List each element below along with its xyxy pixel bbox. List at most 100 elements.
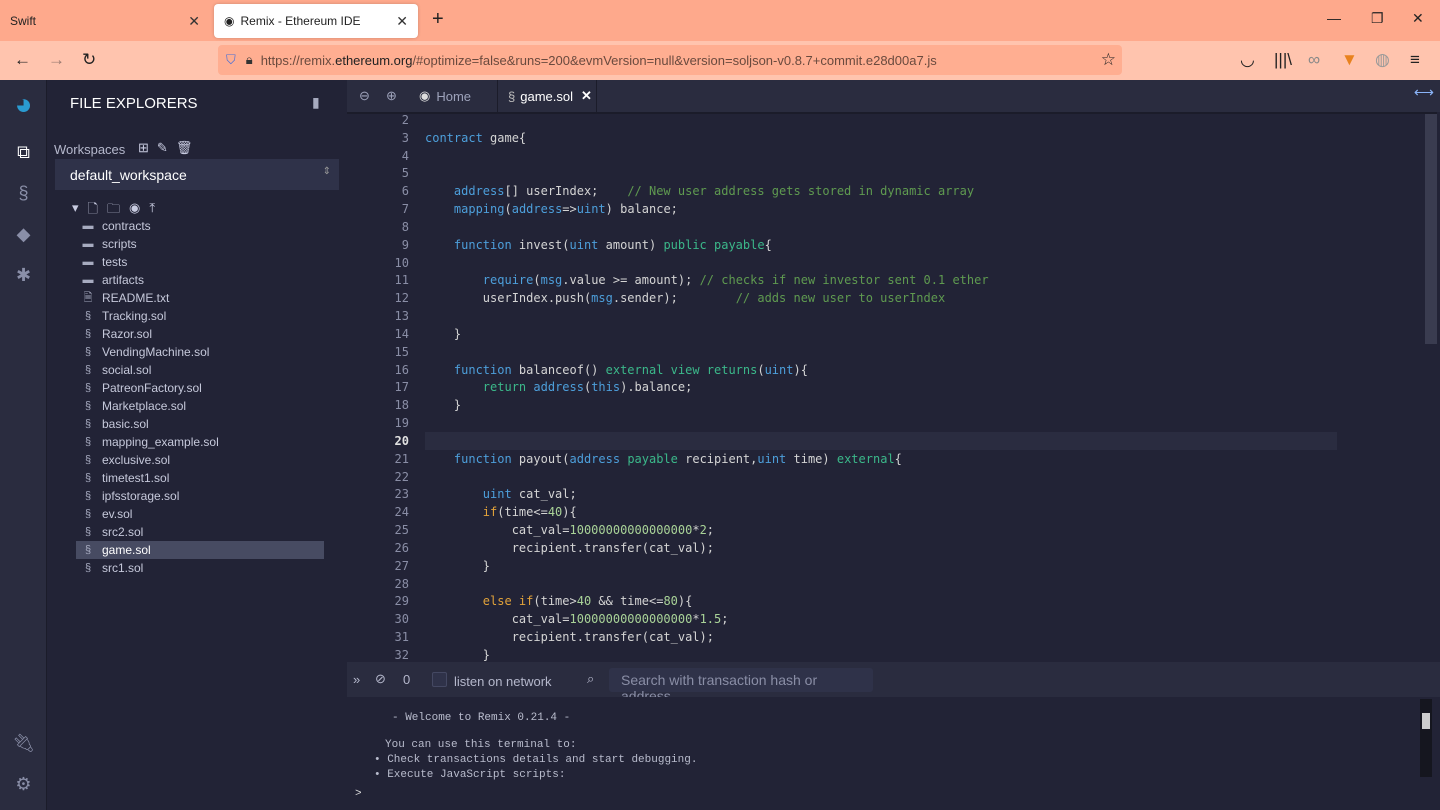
file-item[interactable]: § src1.sol xyxy=(76,559,324,577)
code-token: 40 xyxy=(547,505,563,520)
extension-icon[interactable]: ∞ xyxy=(1308,50,1320,70)
file-item[interactable]: § game.sol xyxy=(76,541,324,559)
close-tab-icon[interactable]: ✕ xyxy=(581,88,592,104)
code-token: } xyxy=(425,326,462,341)
file-item[interactable]: § ev.sol xyxy=(76,505,324,523)
folder-icon: ▬ xyxy=(82,220,94,232)
file-item[interactable]: § Tracking.sol xyxy=(76,307,324,325)
file-item[interactable]: § ipfsstorage.sol xyxy=(76,487,324,505)
file-name: basic.sol xyxy=(102,417,149,431)
intro-text: You can use this terminal to: xyxy=(385,739,577,751)
file-item[interactable]: § social.sol xyxy=(76,361,324,379)
line-number: 30 xyxy=(394,612,409,627)
file-item[interactable]: § timetest1.sol xyxy=(76,469,324,487)
back-icon[interactable]: ← xyxy=(14,50,31,70)
menu-icon[interactable]: ≡ xyxy=(1410,50,1420,70)
file-item[interactable]: ▬ contracts xyxy=(76,217,324,235)
file-item[interactable]: § src2.sol xyxy=(76,523,324,541)
forward-icon[interactable]: → xyxy=(48,50,65,70)
tab-title: Swift xyxy=(10,14,37,28)
docs-book-icon[interactable]: ▮ xyxy=(312,94,320,111)
delete-workspace-icon[interactable]: 🗑︎ xyxy=(176,140,193,156)
close-icon[interactable]: ✕ xyxy=(396,13,408,30)
folder-icon: ▬ xyxy=(82,238,94,250)
zoom-out-icon[interactable]: ⊖ xyxy=(359,80,370,112)
plugin-manager-icon[interactable]: 🔌︎ xyxy=(0,733,47,754)
code-token: msg xyxy=(540,273,563,288)
tab-game-sol[interactable]: § game.sol ✕ xyxy=(497,80,597,112)
file-explorer-icon[interactable]: ⧉ xyxy=(0,142,47,163)
minimize-icon[interactable]: — xyxy=(1327,10,1341,26)
tab-home[interactable]: ◉ Home xyxy=(419,80,499,112)
file-item[interactable]: § Razor.sol xyxy=(76,325,324,343)
close-window-icon[interactable]: ✕ xyxy=(1412,10,1424,27)
file-item[interactable]: § Marketplace.sol xyxy=(76,397,324,415)
code-token: uint xyxy=(757,451,787,466)
text-file-icon: 🗎︎ xyxy=(83,291,93,304)
settings-gear-icon[interactable]: ⚙ xyxy=(0,774,47,795)
code-line: require(msg.value >= amount); // checks … xyxy=(425,271,989,289)
metamask-fox-icon[interactable]: ▼ xyxy=(1341,50,1358,70)
bookmark-star-icon[interactable]: ☆ xyxy=(1101,50,1116,70)
file-item[interactable]: 🗎︎ README.txt xyxy=(76,289,324,307)
library-icon[interactable]: |||\ xyxy=(1274,50,1292,70)
file-item[interactable]: § PatreonFactory.sol xyxy=(76,379,324,397)
globe-icon[interactable]: ◍ xyxy=(1375,50,1390,70)
remix-logo-icon[interactable]: ◕ xyxy=(0,88,47,122)
file-item[interactable]: ▬ artifacts xyxy=(76,271,324,289)
code-editor[interactable]: 2 3 4 5 6 7 8 9 10 11 12 13 14 15 16 17 18 19 20 21 22 23 24 25… xyxy=(347,112,1437,662)
url-bar[interactable]: ⛉ 🔒︎ https://remix. ethereum.org/#optimiz… xyxy=(218,45,1122,75)
terminal-scrollbar[interactable] xyxy=(1420,699,1432,777)
close-icon[interactable]: ✕ xyxy=(188,13,200,30)
line-number: 25 xyxy=(394,523,409,538)
reload-icon[interactable]: ↻ xyxy=(82,50,96,70)
url-domain: ethereum.org xyxy=(335,52,413,68)
code-line: userIndex.push(msg.sender); // adds new … xyxy=(425,289,945,307)
line-number: 21 xyxy=(394,451,409,466)
file-item[interactable]: § mapping_example.sol xyxy=(76,433,324,451)
pocket-icon[interactable]: ◡ xyxy=(1240,50,1255,70)
file-name: ev.sol xyxy=(102,507,133,521)
file-item[interactable]: § basic.sol xyxy=(76,415,324,433)
solidity-file-icon: § xyxy=(84,526,92,538)
file-name: Marketplace.sol xyxy=(102,399,187,413)
tx-search-input[interactable]: Search with transaction hash or address xyxy=(609,668,873,704)
solidity-compiler-icon[interactable]: § xyxy=(0,183,47,204)
search-icon: ⌕ xyxy=(587,671,595,686)
expand-panel-icon[interactable]: ⟷ xyxy=(1414,84,1434,101)
url-rest: /#optimize=false&runs=200&evmVersion=nul… xyxy=(412,52,937,68)
code-token: recipient, xyxy=(677,451,758,466)
editor-scrollbar[interactable] xyxy=(1425,114,1437,344)
browser-tab[interactable]: Swift ✕ xyxy=(0,4,210,38)
code-line: recipient.transfer(cat_val); xyxy=(425,539,714,557)
browser-tab-active[interactable]: ◉ Remix - Ethereum IDE ✕ xyxy=(214,4,418,38)
terminal-prompt[interactable]: > xyxy=(355,788,362,800)
code-token: ){ xyxy=(677,594,693,609)
minimap[interactable] xyxy=(1339,114,1437,662)
new-tab-button[interactable]: + xyxy=(432,8,444,31)
line-number: 7 xyxy=(401,202,409,217)
code-token: time) xyxy=(786,451,837,466)
file-item[interactable]: ▬ tests xyxy=(76,253,324,271)
zoom-in-icon[interactable]: ⊕ xyxy=(386,80,397,112)
restore-icon[interactable]: ❐ xyxy=(1371,10,1384,27)
file-item[interactable]: § exclusive.sol xyxy=(76,451,324,469)
code-token: function xyxy=(425,451,512,466)
collapse-terminal-icon[interactable]: » xyxy=(353,672,360,687)
create-workspace-icon[interactable]: ⊞ xyxy=(138,140,149,156)
file-item[interactable]: § VendingMachine.sol xyxy=(76,343,324,361)
listen-checkbox[interactable] xyxy=(432,672,447,687)
solidity-file-icon: § xyxy=(84,562,92,574)
deploy-run-icon[interactable]: ◆ xyxy=(0,224,47,245)
workspace-value: default_workspace xyxy=(70,167,187,183)
file-item[interactable]: ▬ scripts xyxy=(76,235,324,253)
file-name: exclusive.sol xyxy=(102,453,171,467)
debugger-bug-icon[interactable]: ✱ xyxy=(0,265,47,286)
terminal-output[interactable]: - Welcome to Remix 0.21.4 - You can use … xyxy=(347,697,1440,810)
clear-console-icon[interactable]: ⊘ xyxy=(375,671,386,687)
code-token: cat_val= xyxy=(425,612,570,627)
line-number: 13 xyxy=(394,309,409,324)
rename-workspace-icon[interactable]: ✎ xyxy=(157,140,168,156)
workspace-select[interactable]: default_workspace ⇕ xyxy=(55,159,339,190)
editor-tabs: ⊖ ⊕ ◉ Home § game.sol ✕ ⟷ xyxy=(347,80,1440,112)
